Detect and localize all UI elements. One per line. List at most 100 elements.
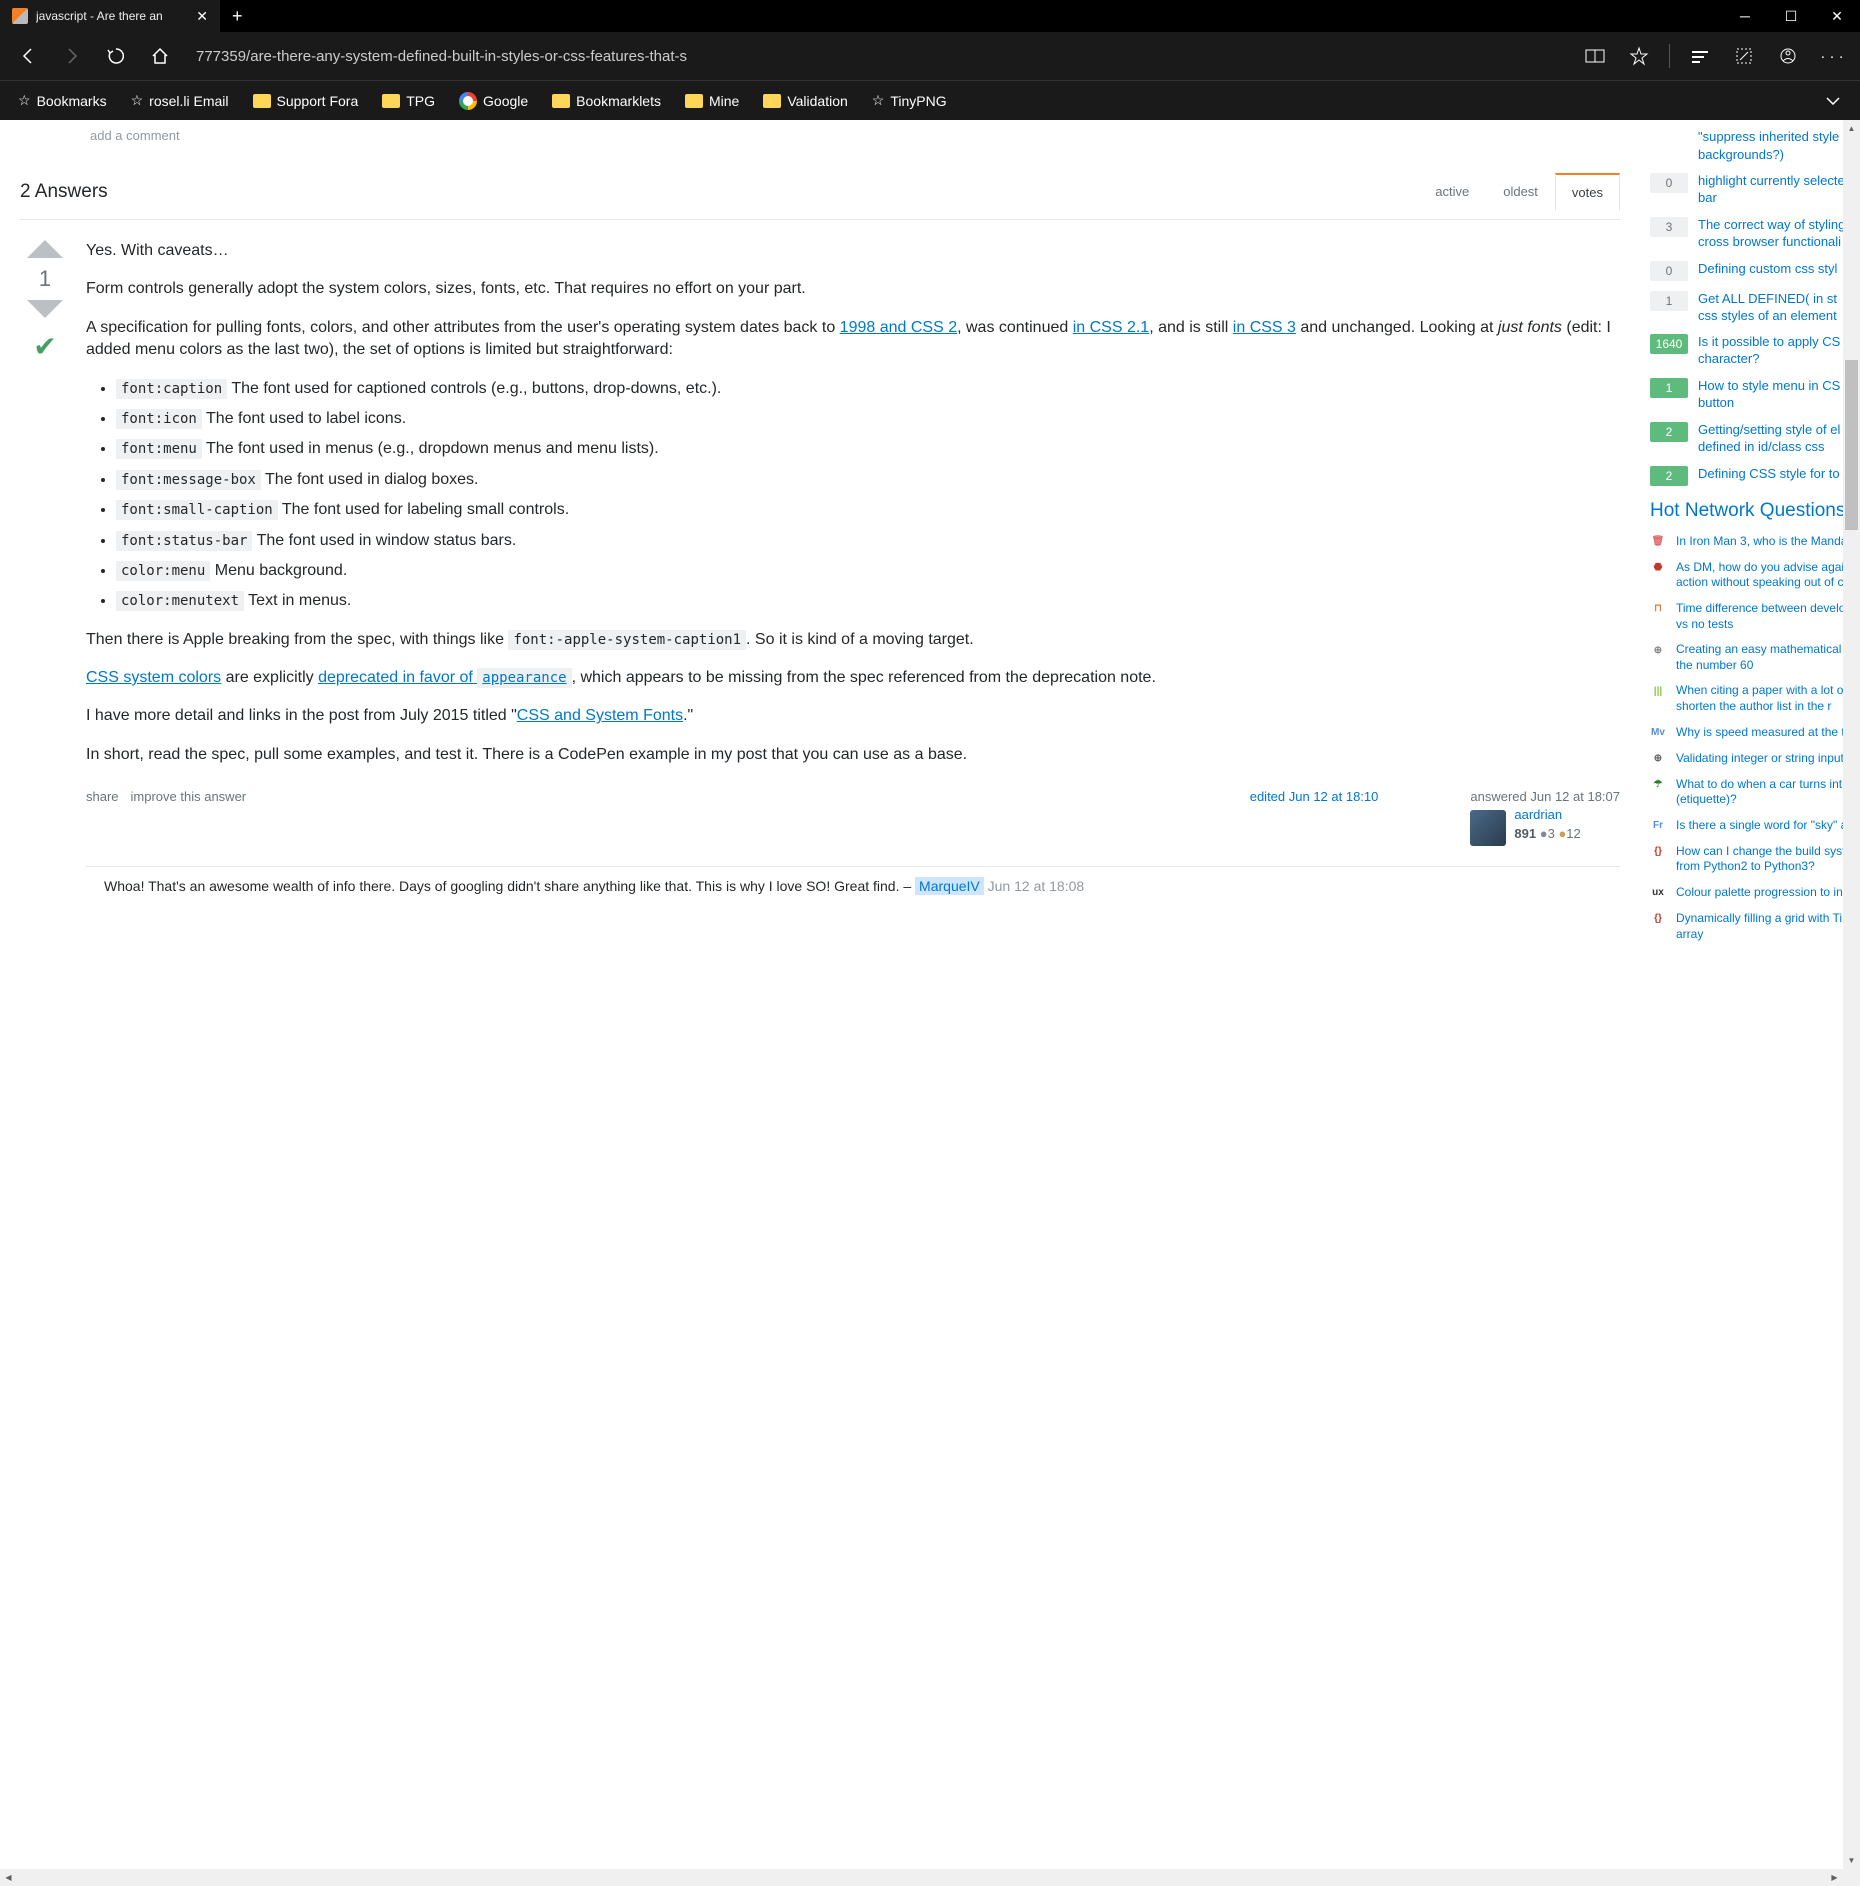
bookmarks-overflow-icon[interactable] <box>1814 92 1852 109</box>
vertical-scrollbar[interactable]: ▲ ▼ <box>1843 120 1860 1886</box>
share-link[interactable]: share <box>86 788 119 846</box>
favorite-star-icon[interactable] <box>1619 36 1659 76</box>
scroll-right-icon[interactable]: ▶ <box>1826 1869 1843 1886</box>
bookmark-email[interactable]: ☆rosel.li Email <box>121 85 239 117</box>
hot-link[interactable]: When citing a paper with a lot o to shor… <box>1676 683 1860 714</box>
linked-link[interactable]: highlight currently selecte bar <box>1698 173 1860 207</box>
bookmark-google[interactable]: Google <box>449 85 538 117</box>
maximize-button[interactable]: ☐ <box>1768 0 1814 32</box>
linked-link[interactable]: Is it possible to apply CS character? <box>1698 334 1860 368</box>
comment-author-link[interactable]: MarqueIV <box>915 877 984 895</box>
hot-link[interactable]: Why is speed measured at the t <box>1676 725 1845 741</box>
user-card: answered Jun 12 at 18:07 aardrian 891 ●3… <box>1470 788 1620 846</box>
scroll-down-icon[interactable]: ▼ <box>1843 1852 1860 1869</box>
hot-question[interactable]: ⊕ Validating integer or string input <box>1650 751 1860 767</box>
hot-questions-heading[interactable]: Hot Network Questions <box>1650 500 1860 522</box>
hot-question[interactable]: FrIs there a single word for "sky" a <box>1650 818 1860 834</box>
linked-link[interactable]: Get ALL DEFINED( in st css styles of an … <box>1698 291 1860 325</box>
avatar[interactable] <box>1470 810 1506 846</box>
home-button[interactable] <box>140 36 180 76</box>
hot-question[interactable]: ⊓Time difference between develo vs no te… <box>1650 601 1860 632</box>
link-deprecated[interactable]: deprecated in favor of appearance <box>318 669 572 686</box>
bookmark-bookmarks[interactable]: ☆Bookmarks <box>8 85 117 117</box>
linked-link[interactable]: The correct way of styling cross browser… <box>1698 217 1860 251</box>
linked-question[interactable]: 1640 Is it possible to apply CS character… <box>1650 334 1860 368</box>
hot-link[interactable]: Dynamically filling a grid with Ti array <box>1676 911 1860 942</box>
close-window-button[interactable]: ✕ <box>1814 0 1860 32</box>
hot-question[interactable]: ⬣As DM, how do you advise agai action wi… <box>1650 560 1860 591</box>
hot-link[interactable]: Time difference between develo vs no tes… <box>1676 601 1860 632</box>
hot-link[interactable]: In Iron Man 3, who is the Manda <box>1676 534 1847 550</box>
linked-link[interactable]: How to style menu in CS button <box>1698 378 1860 412</box>
address-bar[interactable]: 777359/are-there-any-system-defined-buil… <box>184 48 1571 65</box>
forward-button[interactable] <box>52 36 92 76</box>
hot-question[interactable]: {}How can I change the build syst from P… <box>1650 844 1860 875</box>
hot-question[interactable]: ⊕Creating an easy mathematical to the nu… <box>1650 642 1860 673</box>
sort-oldest-tab[interactable]: oldest <box>1486 173 1555 211</box>
linked-question[interactable]: 2Defining CSS style for to <box>1650 466 1860 486</box>
bookmark-support-fora[interactable]: Support Fora <box>243 85 369 117</box>
add-comment-link[interactable]: add a comment <box>90 128 1620 143</box>
sort-active-tab[interactable]: active <box>1418 173 1486 211</box>
scroll-up-icon[interactable]: ▲ <box>1843 120 1860 137</box>
site-icon: ||| <box>1650 683 1666 699</box>
hot-question[interactable]: ☂What to do when a car turns int (etique… <box>1650 777 1860 808</box>
refresh-button[interactable] <box>96 36 136 76</box>
linked-question[interactable]: 0 highlight currently selecte bar <box>1650 173 1860 207</box>
scroll-left-icon[interactable]: ◀ <box>0 1869 17 1886</box>
linked-question-partial[interactable]: "suppress inherited style backgrounds?) <box>1650 128 1860 163</box>
hot-link[interactable]: Creating an easy mathematical to the num… <box>1676 642 1860 673</box>
more-icon[interactable]: · · · <box>1812 36 1852 76</box>
vote-badge: 1640 <box>1650 334 1688 354</box>
bookmark-mine[interactable]: Mine <box>675 85 749 117</box>
improve-link[interactable]: improve this answer <box>131 788 247 846</box>
close-tab-icon[interactable]: ✕ <box>196 8 208 25</box>
minimize-button[interactable]: ─ <box>1722 0 1768 32</box>
sort-votes-tab[interactable]: votes <box>1555 173 1620 211</box>
bookmark-tinypng[interactable]: ☆TinyPNG <box>862 85 957 117</box>
hot-question[interactable]: uxColour palette progression to in <box>1650 885 1860 901</box>
horizontal-scrollbar[interactable]: ◀ ▶ <box>0 1869 1860 1886</box>
hot-link[interactable]: As DM, how do you advise agai action wit… <box>1676 560 1860 591</box>
vote-badge: 0 <box>1650 173 1688 193</box>
link-css-system-colors[interactable]: CSS system colors <box>86 669 221 686</box>
link-css2-1998[interactable]: 1998 and CSS 2 <box>840 319 957 336</box>
hub-icon[interactable] <box>1680 36 1720 76</box>
hot-link[interactable]: What to do when a car turns int (etiquet… <box>1676 777 1860 808</box>
link-css21[interactable]: in CSS 2.1 <box>1073 319 1149 336</box>
linked-question[interactable]: 1Get ALL DEFINED( in st css styles of an… <box>1650 291 1860 325</box>
linked-question[interactable]: 2Getting/setting style of el is defined … <box>1650 422 1860 456</box>
linked-link[interactable]: Getting/setting style of el is defined i… <box>1698 422 1860 456</box>
bookmark-bookmarklets[interactable]: Bookmarklets <box>542 85 671 117</box>
hot-link[interactable]: Validating integer or string input <box>1676 751 1844 767</box>
linked-question[interactable]: 0Defining custom css styl <box>1650 261 1860 281</box>
new-tab-button[interactable]: + <box>220 6 255 27</box>
scroll-thumb[interactable] <box>1845 360 1858 530</box>
hot-question[interactable]: 🗑In Iron Man 3, who is the Manda <box>1650 534 1860 550</box>
hot-question[interactable]: MvWhy is speed measured at the t <box>1650 725 1860 741</box>
browser-tab[interactable]: javascript - Are there an ✕ <box>0 0 220 32</box>
linked-question[interactable]: 3The correct way of styling cross browse… <box>1650 217 1860 251</box>
reading-view-icon[interactable] <box>1575 36 1615 76</box>
edited-link[interactable]: edited Jun 12 at 18:10 <box>1250 788 1379 846</box>
hot-link[interactable]: Colour palette progression to in <box>1676 885 1843 901</box>
browser-toolbar: 777359/are-there-any-system-defined-buil… <box>0 32 1860 80</box>
site-icon: ⊕ <box>1650 751 1666 767</box>
share-icon[interactable] <box>1768 36 1808 76</box>
link-css3[interactable]: in CSS 3 <box>1233 319 1296 336</box>
bookmark-tpg[interactable]: TPG <box>372 85 445 117</box>
hot-question[interactable]: ||| When citing a paper with a lot o to s… <box>1650 683 1860 714</box>
linked-link[interactable]: Defining custom css styl <box>1698 261 1837 278</box>
linked-question[interactable]: 1How to style menu in CS button <box>1650 378 1860 412</box>
bookmarks-bar: ☆Bookmarks ☆rosel.li Email Support Fora … <box>0 80 1860 120</box>
hot-link[interactable]: How can I change the build syst from Pyt… <box>1676 844 1860 875</box>
linked-link[interactable]: Defining CSS style for to <box>1698 466 1840 483</box>
hot-question[interactable]: {}Dynamically filling a grid with Ti arr… <box>1650 911 1860 942</box>
back-button[interactable] <box>8 36 48 76</box>
hot-link[interactable]: Is there a single word for "sky" a <box>1676 818 1847 834</box>
notes-icon[interactable] <box>1724 36 1764 76</box>
upvote-button[interactable] <box>27 240 63 258</box>
downvote-button[interactable] <box>27 300 63 318</box>
link-css-system-fonts[interactable]: CSS and System Fonts <box>517 707 683 724</box>
bookmark-validation[interactable]: Validation <box>753 85 857 117</box>
